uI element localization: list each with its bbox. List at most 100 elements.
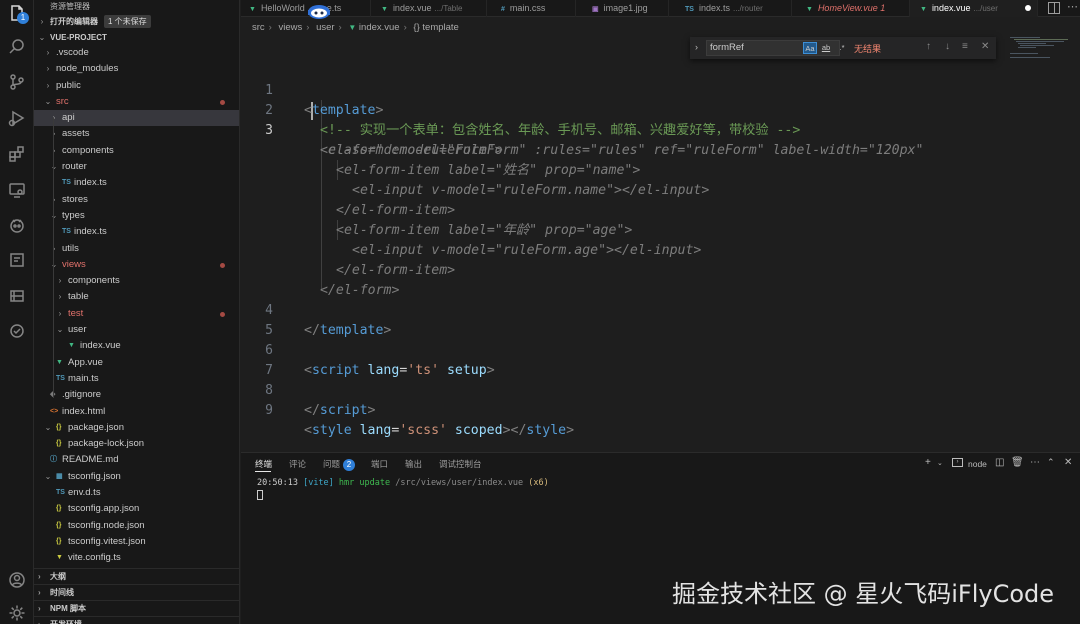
find-in-selection-icon[interactable]: ≡ [962, 41, 968, 52]
tree-item[interactable]: ⌄ {} package.json [34, 420, 239, 436]
panel-tab-output[interactable]: 输出 [405, 458, 422, 470]
docker-icon[interactable] [7, 250, 27, 270]
tree-item[interactable]: {} tsconfig.app.json [34, 501, 239, 517]
more-actions-icon[interactable]: ⋯ [1030, 457, 1040, 468]
sidebar-section[interactable]: › NPM 脚本 [34, 600, 239, 616]
tab-index-vue-table[interactable]: ▼ index.vue .../Table [371, 0, 487, 17]
previous-match-icon[interactable]: ↑ [926, 41, 931, 52]
tab-homeview-vue[interactable]: ▼ HomeView.vue 1 [792, 0, 910, 17]
split-terminal-icon[interactable]: ◫ [995, 457, 1004, 468]
more-actions-icon[interactable]: ⋯ [1067, 0, 1078, 13]
search-icon[interactable] [7, 37, 27, 57]
tree-item-label: tsconfig.json [68, 470, 121, 482]
breadcrumb-item[interactable]: user [316, 22, 334, 33]
tree-item[interactable]: ◆.gitignore [34, 387, 239, 403]
close-find-icon[interactable]: ✕ [981, 41, 989, 52]
tree-item[interactable]: ⌄ user [34, 322, 239, 338]
new-terminal-icon[interactable]: + [925, 457, 931, 468]
find-input[interactable]: formRef Aa ab .* [706, 40, 845, 56]
chevron-right-icon: › [38, 617, 41, 624]
database-icon[interactable] [7, 286, 27, 306]
sidebar-section[interactable]: › 大纲 [34, 568, 239, 584]
sidebar-section[interactable]: › 开发环境 [34, 616, 239, 624]
tree-item[interactable]: ▼ App.vue [34, 355, 239, 371]
tree-item[interactable]: › components [34, 143, 239, 159]
breadcrumb-item[interactable]: {} template [413, 22, 458, 33]
panel-tab-comments[interactable]: 评论 [289, 458, 306, 470]
gitlens-icon[interactable] [7, 321, 27, 341]
remote-explorer-icon[interactable] [7, 180, 27, 200]
account-icon[interactable] [7, 570, 27, 590]
tab-index-ts-router[interactable]: TS index.ts .../router [669, 0, 792, 17]
breadcrumb-item[interactable]: views [278, 22, 302, 33]
tree-item[interactable]: › stores [34, 192, 239, 208]
project-root[interactable]: ⌄ VUE-PROJECT [34, 30, 239, 45]
tree-item[interactable]: › test [34, 306, 239, 322]
chevron-down-icon: ⌄ [44, 96, 52, 106]
code-ghost-text: <el-form-item label="年龄" prop="age"> [336, 223, 633, 238]
next-match-icon[interactable]: ↓ [945, 41, 950, 52]
tree-item[interactable]: TS main.ts [34, 371, 239, 387]
terminal-name[interactable]: node [968, 459, 987, 469]
tab-path: .../Table [434, 4, 463, 13]
tree-item[interactable]: {} tsconfig.vitest.json [34, 534, 239, 550]
maximize-panel-icon[interactable]: ⌃ [1047, 457, 1055, 468]
tree-item[interactable]: › public [34, 78, 239, 94]
tree-item[interactable]: TS index.ts [34, 175, 239, 191]
tab-main-css[interactable]: # main.css [487, 0, 576, 17]
tab-image1-jpg[interactable]: ▣ image1.jpg [576, 0, 669, 17]
split-editor-icon[interactable] [1048, 2, 1060, 14]
tree-item[interactable]: ⌄ ▦ tsconfig.json [34, 469, 239, 485]
tree-item[interactable]: ▼ vite.config.ts [34, 550, 239, 566]
breadcrumb-item[interactable]: src [252, 22, 265, 33]
code-line: 1 <template> [241, 61, 383, 118]
tree-item[interactable]: ⓘ README.md [34, 452, 239, 468]
match-case-toggle[interactable]: Aa [803, 42, 817, 54]
terminal-count: (x6) [528, 478, 549, 488]
breadcrumb-item[interactable]: index.vue [359, 22, 400, 33]
panel-tab-ports[interactable]: 端口 [371, 458, 388, 470]
chevron-down-icon[interactable]: ⌄ [937, 459, 943, 467]
unsaved-dot-icon[interactable] [1025, 5, 1031, 11]
panel-tab-problems[interactable]: 问题 2 [323, 458, 356, 471]
terminal-time: 20:50:13 [257, 478, 298, 488]
tree-item[interactable]: ⌄ src [34, 94, 239, 110]
ts-file-icon: TS [62, 179, 71, 187]
tree-item[interactable]: {} package-lock.json [34, 436, 239, 452]
settings-gear-icon[interactable] [7, 603, 27, 623]
tree-item[interactable]: {} tsconfig.node.json [34, 518, 239, 534]
sidebar-section[interactable]: › 时间线 [34, 584, 239, 600]
code-editor[interactable]: 1 <template> 2 <!-- 实现一个表单：包含姓名、年龄、手机号、邮… [241, 60, 1080, 450]
match-word-toggle[interactable]: ab [819, 42, 833, 54]
tree-item[interactable]: <> index.html [34, 404, 239, 420]
tree-item-label: utils [62, 242, 79, 254]
tree-item[interactable]: TS env.d.ts [34, 485, 239, 501]
kill-terminal-icon[interactable]: 🗑 [1011, 457, 1024, 468]
extensions-icon[interactable] [7, 144, 27, 164]
source-control-icon[interactable] [7, 72, 27, 92]
tree-item[interactable]: › api [34, 110, 239, 127]
regex-toggle[interactable]: .* [835, 42, 849, 54]
tree-item[interactable]: › utils [34, 241, 239, 257]
tree-item[interactable]: › table [34, 289, 239, 305]
copilot-avatar-icon [308, 5, 330, 19]
close-panel-icon[interactable]: ✕ [1064, 457, 1072, 468]
toggle-replace-icon[interactable]: › [695, 42, 698, 52]
copilot-icon[interactable] [7, 215, 27, 235]
tree-item[interactable]: ⌄ views [34, 257, 239, 273]
tree-item[interactable]: ⌄ types [34, 208, 239, 224]
panel-tab-debug-console[interactable]: 调试控制台 [439, 458, 482, 470]
tab-index-vue-user[interactable]: ▼ index.vue .../user [910, 0, 1038, 17]
tree-item[interactable]: ▼ index.vue [34, 338, 239, 354]
open-editors-section[interactable]: › 打开的编辑器 1 个未保存 [34, 14, 239, 30]
tree-item[interactable]: › assets [34, 126, 239, 142]
tree-item[interactable]: TS index.ts [34, 224, 239, 240]
tree-item[interactable]: › node_modules [34, 61, 239, 77]
run-debug-icon[interactable] [7, 108, 27, 128]
tree-item[interactable]: › components [34, 273, 239, 289]
panel-tab-terminal[interactable]: 终端 [255, 458, 272, 470]
code-ghost-text: <el-input v-model="ruleForm.name"></el-i… [352, 183, 710, 198]
tree-item[interactable]: ⌄ router [34, 159, 239, 175]
code-ghost-text: </el-form-item> [336, 203, 456, 218]
tree-item[interactable]: › .vscode [34, 45, 239, 61]
